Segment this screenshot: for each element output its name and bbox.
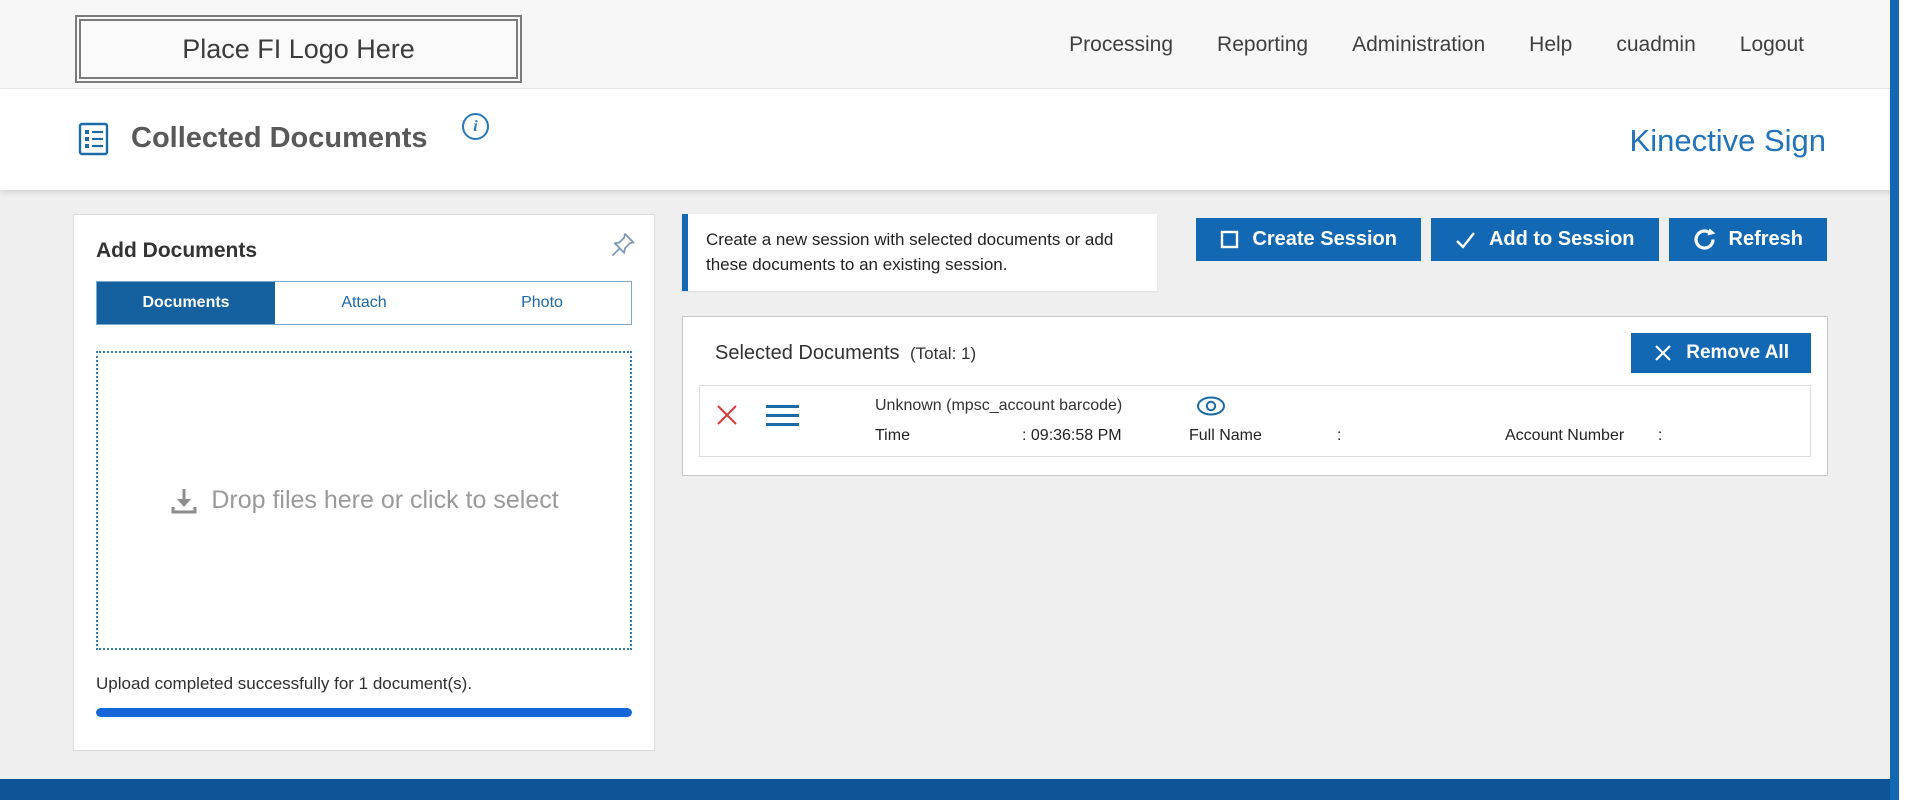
full-name-label: Full Name [1189,427,1262,445]
selected-documents-title: Selected Documents [715,342,900,364]
x-mark-icon [1653,343,1673,363]
download-icon [169,486,199,516]
kinective-sign-logo: Kinective Sign [1630,123,1826,159]
page-header: Collected Documents i Kinective Sign [0,89,1920,190]
nav-item-cuadmin[interactable]: cuadmin [1616,33,1695,57]
account-number-value: : [1658,427,1662,445]
tab-attach[interactable]: Attach [275,282,453,324]
selected-documents-total: (Total: 1) [910,344,976,363]
create-session-button[interactable]: Create Session [1196,218,1421,261]
delete-document-icon[interactable] [715,403,739,427]
upload-progress-bar [96,708,632,717]
session-info-box: Create a new session with selected docum… [682,214,1157,291]
remove-all-label: Remove All [1686,342,1789,364]
full-name-value: : [1337,427,1341,445]
file-dropzone[interactable]: Drop files here or click to select [96,351,632,650]
preview-eye-icon[interactable] [1195,394,1227,418]
tab-photo[interactable]: Photo [453,282,631,324]
nav-item-reporting[interactable]: Reporting [1217,33,1308,57]
create-session-label: Create Session [1252,228,1397,251]
upload-progress-fill [96,708,632,717]
session-info-text: Create a new session with selected docum… [706,228,1139,277]
screen: Place FI Logo Here Processing Reporting … [0,0,1920,800]
nav-item-administration[interactable]: Administration [1352,33,1485,57]
add-documents-title: Add Documents [96,239,632,263]
dropzone-text: Drop files here or click to select [211,486,558,515]
info-icon[interactable]: i [462,113,489,140]
add-documents-tabs: Documents Attach Photo [96,281,632,325]
main-nav: Processing Reporting Administration Help… [1069,0,1804,89]
add-to-session-button[interactable]: Add to Session [1431,218,1659,261]
time-value: : 09:36:58 PM [1022,427,1122,445]
footer-bar [0,779,1920,800]
fi-logo-placeholder: Place FI Logo Here [75,15,522,83]
page-title: Collected Documents [131,122,428,155]
upload-status-text: Upload completed successfully for 1 docu… [96,674,632,694]
account-number-label: Account Number [1505,427,1624,445]
remove-all-button[interactable]: Remove All [1631,333,1811,373]
checkmark-icon [1455,230,1476,250]
scrollbar-gutter [1899,0,1920,800]
time-label: Time [875,427,910,445]
fi-logo-text: Place FI Logo Here [182,34,415,65]
selected-documents-header: Selected Documents (Total: 1) Remove All [699,331,1811,375]
session-actions: Create Session Add to Session Refresh [1196,218,1827,261]
refresh-icon [1693,228,1716,251]
refresh-button[interactable]: Refresh [1669,218,1827,261]
refresh-label: Refresh [1729,228,1803,251]
collected-documents-icon [77,121,111,157]
nav-item-logout[interactable]: Logout [1740,33,1804,57]
selected-documents-panel: Selected Documents (Total: 1) Remove All [682,316,1828,476]
create-session-icon [1220,230,1239,249]
add-documents-card: Add Documents Documents Attach Photo [73,214,655,751]
drag-handle-icon[interactable] [766,405,799,426]
scrollbar[interactable] [1890,0,1899,800]
nav-item-help[interactable]: Help [1529,33,1572,57]
tab-documents[interactable]: Documents [97,282,275,324]
selected-documents-title-group: Selected Documents (Total: 1) [715,342,976,365]
nav-item-processing[interactable]: Processing [1069,33,1173,57]
add-to-session-label: Add to Session [1489,228,1635,251]
document-name: Unknown (mpsc_account barcode) [875,397,1122,415]
top-bar: Place FI Logo Here Processing Reporting … [0,0,1920,89]
pin-icon[interactable] [610,231,636,259]
document-row: Unknown (mpsc_account barcode) Time : 09… [699,385,1811,457]
